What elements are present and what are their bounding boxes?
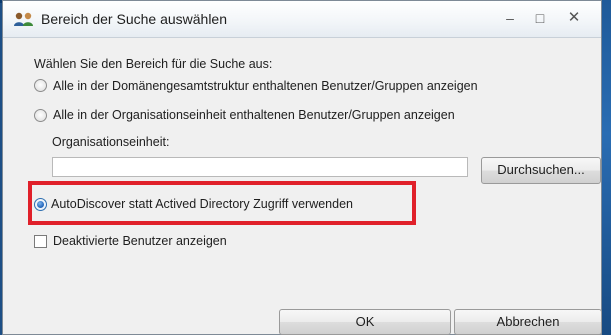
desktop-background-edge bbox=[602, 0, 611, 335]
radio-forest-scope-label[interactable]: Alle in der Domänengesamtstruktur enthal… bbox=[53, 79, 478, 93]
dialog-window: Bereich der Suche auswählen – □ ✕ Wählen… bbox=[2, 0, 602, 335]
search-scope-prompt: Wählen Sie den Bereich für die Suche aus… bbox=[34, 57, 273, 71]
title-bar[interactable]: Bereich der Suche auswählen – □ ✕ bbox=[3, 1, 601, 38]
maximize-button[interactable]: □ bbox=[527, 7, 553, 29]
radio-autodiscover[interactable] bbox=[34, 198, 47, 211]
users-icon bbox=[14, 12, 33, 26]
ou-input[interactable] bbox=[52, 157, 468, 177]
ou-field-label: Organisationseinheit: bbox=[52, 135, 170, 149]
show-disabled-users-label[interactable]: Deaktivierte Benutzer anzeigen bbox=[53, 234, 227, 248]
show-disabled-users-checkbox[interactable] bbox=[34, 235, 47, 248]
window-title: Bereich der Suche auswählen bbox=[41, 11, 228, 27]
close-button[interactable]: ✕ bbox=[561, 7, 587, 29]
ok-button[interactable]: OK bbox=[279, 309, 451, 335]
radio-forest-scope[interactable] bbox=[34, 79, 47, 92]
radio-ou-scope[interactable] bbox=[34, 109, 47, 122]
radio-ou-scope-label[interactable]: Alle in der Organisationseinheit enthalt… bbox=[53, 108, 455, 122]
cancel-button[interactable]: Abbrechen bbox=[454, 309, 602, 335]
radio-autodiscover-label[interactable]: AutoDiscover statt Actived Directory Zug… bbox=[51, 197, 353, 211]
minimize-button[interactable]: – bbox=[497, 7, 523, 29]
browse-button[interactable]: Durchsuchen... bbox=[481, 157, 601, 184]
